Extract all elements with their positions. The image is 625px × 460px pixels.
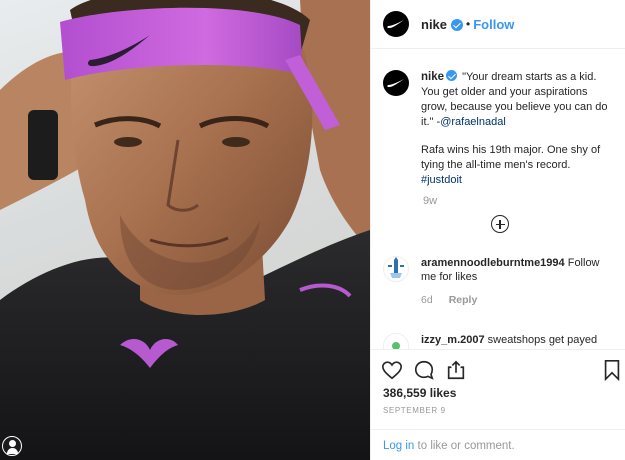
follow-button[interactable]: Follow xyxy=(473,17,514,32)
caption-username[interactable]: nike xyxy=(421,71,444,83)
caption-hashtag-link[interactable]: #justdoit xyxy=(421,174,462,186)
comment-time[interactable]: 6d xyxy=(421,294,433,306)
caption-mention-link[interactable]: @rafaelnadal xyxy=(440,116,506,128)
header-username[interactable]: nike xyxy=(421,17,447,32)
heart-icon[interactable] xyxy=(381,359,403,381)
plus-circle-icon[interactable] xyxy=(491,215,509,233)
user-silhouette-icon[interactable] xyxy=(2,436,22,456)
likes-count[interactable]: 386,559 likes xyxy=(383,386,456,400)
login-link[interactable]: Log in xyxy=(383,440,414,452)
bookmark-icon[interactable] xyxy=(601,359,623,381)
caption-body: Rafa wins his 19th major. One shy of tyi… xyxy=(421,144,601,171)
rocket-avatar-icon xyxy=(388,257,404,278)
caption-text: nike "Your dream starts as a kid. You ge… xyxy=(421,69,611,188)
nike-swoosh-icon[interactable] xyxy=(383,70,409,96)
comment-meta: 6d Reply xyxy=(421,293,616,307)
post-header: nike • Follow xyxy=(371,0,625,49)
comment-text: sweatshops get payed xyxy=(487,334,598,346)
comment-item: izzy_m.2007 sweatshops get payed xyxy=(383,333,623,349)
comment-username[interactable]: izzy_m.2007 xyxy=(421,334,485,346)
share-icon[interactable] xyxy=(445,359,467,381)
comment-bubble-icon[interactable] xyxy=(413,359,435,381)
leaf-avatar-icon xyxy=(392,342,400,349)
instagram-post-modal: nike • Follow nike "Your dream starts as… xyxy=(0,0,625,460)
verified-badge-icon xyxy=(446,70,458,81)
post-date: SEPTEMBER 9 xyxy=(383,406,446,415)
commenter-avatar[interactable] xyxy=(383,256,409,282)
reply-button[interactable]: Reply xyxy=(449,294,478,306)
nike-swoosh-icon[interactable] xyxy=(383,11,409,37)
login-prompt-text: to like or comment. xyxy=(414,440,515,452)
comment-body: aramennoodleburntme1994 Follow me for li… xyxy=(421,256,616,307)
caption-body-paragraph: Rafa wins his 19th major. One shy of tyi… xyxy=(421,143,611,188)
header-separator: • xyxy=(466,17,471,31)
caption-timestamp[interactable]: 9w xyxy=(423,195,437,207)
comments-scroll-area[interactable]: nike "Your dream starts as a kid. You ge… xyxy=(371,50,625,349)
comment-body: izzy_m.2007 sweatshops get payed xyxy=(421,333,616,349)
post-details-panel: nike • Follow nike "Your dream starts as… xyxy=(370,0,625,460)
comment-item: aramennoodleburntme1994 Follow me for li… xyxy=(383,256,623,307)
post-photo[interactable] xyxy=(0,0,370,460)
login-prompt: Log in to like or comment. xyxy=(371,429,625,460)
athlete-portrait-illustration xyxy=(0,0,370,460)
comment-username[interactable]: aramennoodleburntme1994 xyxy=(421,257,565,269)
verified-badge-icon xyxy=(451,19,464,31)
post-caption: nike "Your dream starts as a kid. You ge… xyxy=(383,69,623,188)
commenter-avatar[interactable] xyxy=(383,333,409,349)
